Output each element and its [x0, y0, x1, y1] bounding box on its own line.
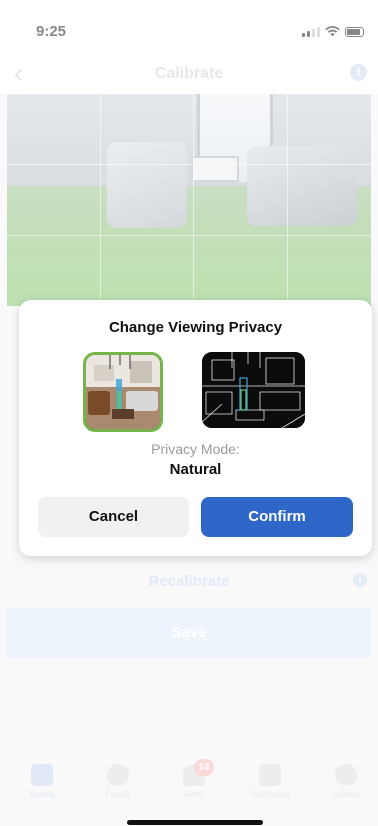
privacy-mode-value: Natural — [169, 461, 222, 478]
modal-title: Change Viewing Privacy — [108, 319, 283, 336]
privacy-modal: Change Viewing Privacy Privacy Mode: Nat… — [19, 300, 372, 556]
edges-room-thumbnail — [202, 352, 305, 428]
privacy-edges-option[interactable] — [202, 352, 305, 428]
privacy-mode-label: Privacy Mode: — [151, 441, 240, 457]
natural-room-thumbnail — [86, 355, 160, 429]
natural-view-option[interactable] — [83, 352, 163, 432]
calibrate-screen: 9:25 ‹ Calibrate i — [0, 0, 378, 826]
home-indicator — [127, 820, 263, 825]
confirm-button[interactable]: Confirm — [201, 497, 353, 537]
cancel-button[interactable]: Cancel — [38, 497, 189, 537]
